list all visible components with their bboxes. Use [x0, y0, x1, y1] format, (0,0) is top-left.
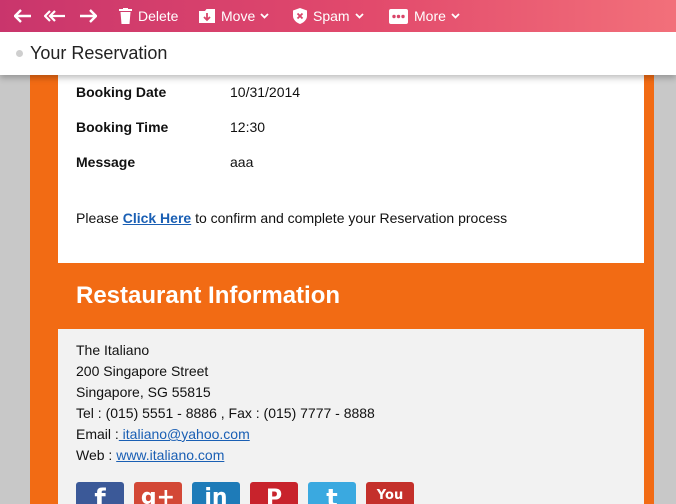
- delete-label: Delete: [138, 8, 179, 24]
- more-button[interactable]: More: [389, 0, 460, 32]
- email-label: Email :: [76, 426, 119, 442]
- move-button[interactable]: Move: [199, 0, 269, 32]
- linkedin-icon[interactable]: in: [192, 482, 240, 504]
- linkedin-glyph: in: [204, 485, 228, 504]
- restaurant-heading: Restaurant Information: [76, 282, 341, 309]
- mail-toolbar: Delete Move Spam More: [0, 0, 676, 32]
- confirm-text: Please Click Here to confirm and complet…: [76, 210, 507, 226]
- email-subject: Your Reservation: [30, 43, 168, 63]
- spam-label: Spam: [313, 8, 350, 24]
- more-label: More: [414, 8, 446, 24]
- google-plus-icon[interactable]: g+: [134, 482, 182, 504]
- booking-value: 10/31/2014: [230, 84, 301, 100]
- forward-arrow-icon[interactable]: [78, 0, 98, 32]
- folder-icon: [199, 9, 215, 23]
- move-label: Move: [221, 8, 256, 24]
- google-plus-glyph: g+: [140, 485, 176, 504]
- youtube-icon[interactable]: You: [366, 482, 414, 504]
- restaurant-street: 200 Singapore Street: [76, 363, 209, 379]
- pinterest-glyph: P: [265, 486, 283, 504]
- confirm-suffix: to confirm and complete your Reservation…: [191, 210, 508, 226]
- facebook-glyph: f: [94, 484, 106, 504]
- twitter-glyph: t: [326, 484, 338, 504]
- booking-value: 12:30: [230, 119, 266, 135]
- restaurant-email-line: Email : italiano@yahoo.com: [76, 424, 375, 445]
- subject-bar: Your Reservation: [0, 32, 676, 75]
- restaurant-header: Restaurant Information: [58, 263, 644, 329]
- booking-value: aaa: [230, 154, 254, 170]
- booking-key: Message: [76, 154, 136, 170]
- delete-button[interactable]: Delete: [119, 0, 178, 32]
- web-label: Web :: [76, 447, 117, 463]
- chevron-down-icon: [451, 13, 460, 19]
- booking-key: Booking Time: [76, 119, 169, 135]
- restaurant-city: Singapore, SG 55815: [76, 384, 211, 400]
- reply-all-icon[interactable]: [44, 0, 66, 32]
- youtube-glyph: You: [376, 488, 404, 503]
- chevron-down-icon: [260, 13, 269, 19]
- pinterest-icon[interactable]: P: [250, 482, 298, 504]
- unread-dot-icon: [16, 50, 23, 57]
- confirm-prefix: Please: [76, 210, 123, 226]
- more-dots-icon: [389, 8, 408, 24]
- restaurant-info-panel: The Italiano 200 Singapore Street Singap…: [58, 329, 644, 504]
- confirm-link[interactable]: Click Here: [123, 210, 191, 226]
- booking-key: Booking Date: [76, 84, 167, 100]
- trash-icon: [119, 8, 132, 24]
- booking-row: Booking Date 10/31/2014: [76, 84, 576, 104]
- web-link[interactable]: www.italiano.com: [116, 447, 224, 463]
- email-link[interactable]: italiano@yahoo.com: [119, 426, 250, 442]
- booking-row: Message aaa: [76, 154, 576, 174]
- back-arrow-icon[interactable]: [12, 0, 34, 32]
- restaurant-name: The Italiano: [76, 342, 150, 358]
- shield-icon: [293, 8, 307, 24]
- restaurant-web-line: Web : www.italiano.com: [76, 445, 375, 466]
- facebook-icon[interactable]: f: [76, 482, 124, 504]
- spam-button[interactable]: Spam: [293, 0, 364, 32]
- booking-row: Booking Time 12:30: [76, 119, 576, 139]
- restaurant-phone: Tel : (015) 5551 - 8886 , Fax : (015) 77…: [76, 405, 375, 421]
- chevron-down-icon: [354, 13, 364, 19]
- twitter-icon[interactable]: t: [308, 482, 356, 504]
